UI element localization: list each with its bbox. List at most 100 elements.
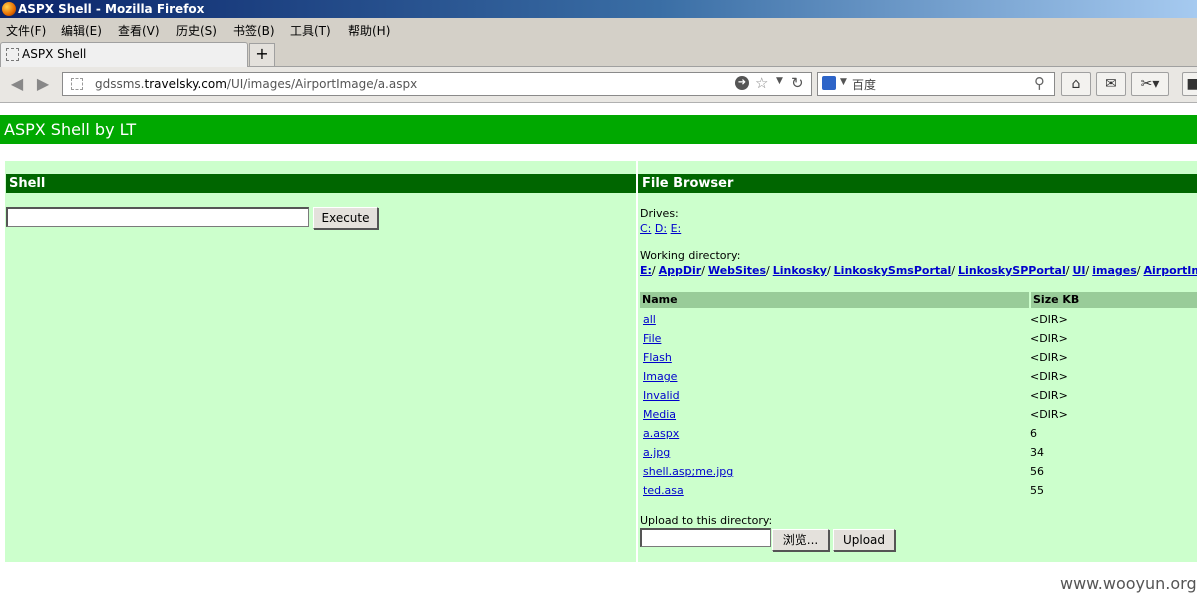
window-title-bar: ASPX Shell - Mozilla Firefox [0, 0, 1197, 18]
file-link[interactable]: all [643, 310, 656, 329]
menu-bookmarks[interactable]: 书签(B) [233, 22, 275, 39]
table-row: a.jpg 34 [640, 443, 1197, 462]
search-bar[interactable]: ▼ 百度 ⚲ [817, 72, 1055, 96]
menu-file[interactable]: 文件(F) [6, 22, 46, 39]
reload-icon[interactable]: ↻ [791, 74, 804, 92]
upload-label: Upload to this directory: [640, 514, 773, 527]
file-browser-title: File Browser [642, 176, 734, 191]
page-title: ASPX Shell by LT [4, 120, 137, 139]
tab-strip: ASPX Shell + [0, 40, 1197, 67]
path-segment-e[interactable]: E: [640, 264, 652, 277]
execute-button[interactable]: Execute [313, 207, 378, 229]
table-row: ted.asa 55 [640, 481, 1197, 500]
upload-button[interactable]: Upload [833, 529, 895, 551]
menu-history[interactable]: 历史(S) [176, 22, 217, 39]
path-segment-websites[interactable]: WebSites [708, 264, 766, 277]
new-tab-button[interactable]: + [249, 43, 275, 67]
path-segment-linkoskysmsportal[interactable]: LinkoskySmsPortal [834, 264, 952, 277]
command-input[interactable] [6, 207, 309, 227]
file-size: <DIR> [1030, 313, 1068, 326]
menu-tools[interactable]: 工具(T) [290, 22, 331, 39]
file-browser-panel: File Browser Drives: C: D: E: Working di… [638, 161, 1197, 562]
drives-list: C: D: E: [640, 222, 681, 235]
forward-arrow-icon[interactable]: ▶ [34, 75, 52, 93]
file-link[interactable]: ted.asa [643, 481, 684, 500]
bookmark-star-icon[interactable]: ☆ [755, 74, 768, 92]
screenshot-tool-icon[interactable]: ✂▾ [1131, 72, 1169, 96]
file-size: 6 [1030, 427, 1037, 440]
size-column-header: Size KB [1029, 292, 1079, 308]
table-row: all <DIR> [640, 310, 1197, 329]
file-size: <DIR> [1030, 332, 1068, 345]
go-arrow-icon[interactable]: ➜ [735, 76, 749, 90]
url-text: gdssms.travelsky.com/UI/images/AirportIm… [95, 77, 418, 91]
menu-bar: 文件(F) 编辑(E) 查看(V) 历史(S) 书签(B) 工具(T) 帮助(H… [0, 18, 1197, 40]
watermark: www.wooyun.org [1060, 574, 1197, 593]
search-magnifier-icon[interactable]: ⚲ [1034, 74, 1045, 92]
url-dropdown-icon[interactable]: ▼ [776, 76, 783, 86]
menu-help[interactable]: 帮助(H) [348, 22, 390, 39]
page-content: ASPX Shell by LT Shell Execute File Brow… [0, 103, 1197, 594]
working-directory-label: Working directory: [640, 249, 741, 262]
engine-dropdown-icon[interactable]: ▼ [840, 77, 847, 87]
shell-section-header: Shell [6, 174, 636, 193]
table-row: Invalid <DIR> [640, 386, 1197, 405]
table-row: Media <DIR> [640, 405, 1197, 424]
path-segment-airportimage[interactable]: AirportImage [1143, 264, 1197, 277]
shell-title: Shell [9, 176, 46, 191]
file-link[interactable]: a.aspx [643, 424, 679, 443]
file-link[interactable]: Invalid [643, 386, 680, 405]
drive-link-d[interactable]: D: [655, 222, 667, 235]
upload-file-input[interactable] [640, 528, 771, 547]
path-segment-ui[interactable]: UI [1072, 264, 1085, 277]
home-icon[interactable]: ⌂ [1061, 72, 1091, 96]
menu-view[interactable]: 查看(V) [118, 22, 160, 39]
working-directory-path: E:/AppDir/WebSites/Linkosky/LinkoskySmsP… [640, 264, 1197, 277]
file-link[interactable]: Image [643, 367, 677, 386]
file-link[interactable]: Flash [643, 348, 672, 367]
path-segment-appdir[interactable]: AppDir [659, 264, 702, 277]
window-title: ASPX Shell - Mozilla Firefox [18, 2, 205, 16]
navigation-bar: ◀ ▶ gdssms.travelsky.com/UI/images/Airpo… [0, 67, 1197, 103]
table-row: File <DIR> [640, 329, 1197, 348]
baidu-engine-icon[interactable] [822, 76, 836, 90]
url-bar[interactable]: gdssms.travelsky.com/UI/images/AirportIm… [62, 72, 812, 96]
menu-edit[interactable]: 编辑(E) [61, 22, 102, 39]
tab-aspx-shell[interactable]: ASPX Shell [0, 42, 248, 67]
drive-link-e[interactable]: E: [671, 222, 682, 235]
file-link[interactable]: shell.asp;me.jpg [643, 462, 733, 481]
file-size: 56 [1030, 465, 1044, 478]
file-size: <DIR> [1030, 389, 1068, 402]
drives-label: Drives: [640, 207, 679, 220]
drive-link-c[interactable]: C: [640, 222, 651, 235]
name-column-header: Name [642, 293, 678, 306]
table-row: shell.asp;me.jpg 56 [640, 462, 1197, 481]
file-browser-header: File Browser [638, 174, 1197, 193]
browse-button[interactable]: 浏览... [772, 529, 829, 551]
tab-label: ASPX Shell [22, 47, 87, 61]
file-link[interactable]: File [643, 329, 661, 348]
table-row: Image <DIR> [640, 367, 1197, 386]
page-favicon-icon [6, 48, 19, 61]
file-table-header: Name Size KB [640, 292, 1197, 308]
path-segment-linkosky[interactable]: Linkosky [773, 264, 827, 277]
file-size: <DIR> [1030, 351, 1068, 364]
file-size: 34 [1030, 446, 1044, 459]
file-size: <DIR> [1030, 408, 1068, 421]
file-link[interactable]: Media [643, 405, 676, 424]
search-placeholder: 百度 [852, 78, 877, 92]
firefox-icon [2, 2, 16, 16]
file-size: <DIR> [1030, 370, 1068, 383]
site-identity-icon [71, 78, 83, 90]
file-link[interactable]: a.jpg [643, 443, 670, 462]
extension-icon[interactable]: ■ [1182, 72, 1197, 96]
back-arrow-icon[interactable]: ◀ [8, 75, 26, 93]
mail-icon[interactable]: ✉ [1096, 72, 1126, 96]
table-row: a.aspx 6 [640, 424, 1197, 443]
file-size: 55 [1030, 484, 1044, 497]
table-row: Flash <DIR> [640, 348, 1197, 367]
path-segment-linkoskysportal[interactable]: LinkoskySPPortal [958, 264, 1066, 277]
path-segment-images[interactable]: images [1092, 264, 1137, 277]
shell-panel: Shell Execute [5, 161, 636, 562]
page-header: ASPX Shell by LT [0, 115, 1197, 144]
